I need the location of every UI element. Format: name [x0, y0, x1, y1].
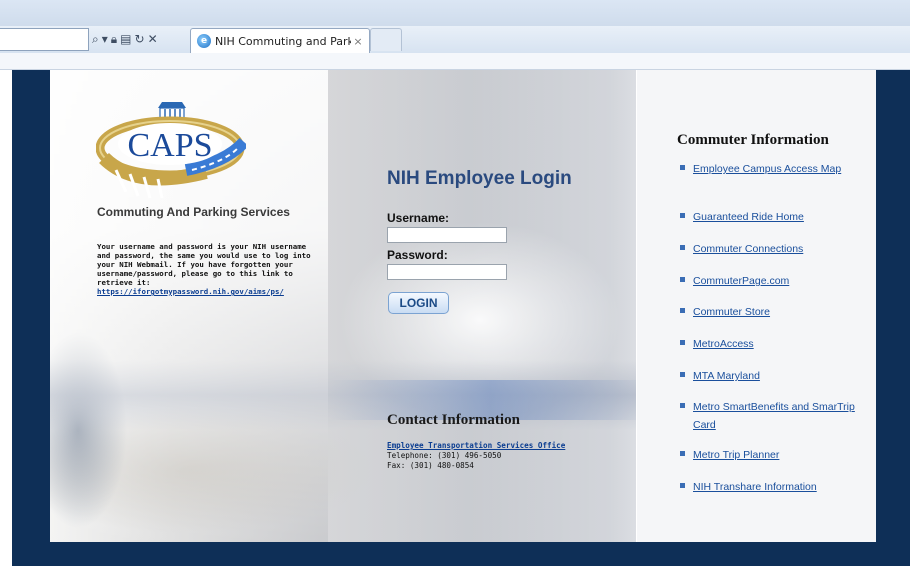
login-instructions: Your username and password is your NIH u… [97, 242, 321, 296]
contact-fax: Fax: (301) 480-0854 [387, 461, 474, 470]
list-item: MTA Maryland [677, 367, 863, 385]
commuter-title: Commuter Information [677, 132, 829, 148]
login-button[interactable]: LOGIN [388, 292, 449, 314]
bullet-icon [680, 245, 685, 250]
contact-telephone: Telephone: (301) 496-5050 [387, 451, 502, 460]
bullet-icon [680, 483, 685, 488]
refresh-icon[interactable]: ↻ [135, 30, 145, 48]
list-item: Commuter Store [677, 303, 863, 321]
commuter-link[interactable]: MetroAccess [693, 335, 754, 353]
password-label: Password: [387, 248, 448, 262]
stop-icon[interactable]: ✕ [148, 30, 158, 48]
list-item: Metro SmartBenefits and SmarTrip Card [677, 398, 863, 434]
search-icon[interactable]: ⌕ [92, 30, 99, 48]
tab-close-icon[interactable]: × [351, 35, 365, 48]
address-tools: ⌕ ▾ 🔒︎ ▤ ↻ ✕ [92, 30, 158, 48]
compat-icon[interactable]: ▤ [120, 30, 131, 48]
page: CAPS Commuting And Parking Services Your… [0, 70, 910, 566]
caps-logo: CAPS [96, 102, 246, 199]
content-panel: CAPS Commuting And Parking Services Your… [50, 70, 876, 542]
middle-panel [328, 70, 636, 542]
tab-title: NIH Commuting and Parki... [215, 34, 351, 48]
instructions-text: Your username and password is your NIH u… [97, 242, 311, 287]
password-input[interactable] [387, 264, 507, 280]
login-title: NIH Employee Login [387, 168, 572, 189]
address-bar[interactable] [0, 28, 89, 51]
commuter-link[interactable]: Metro SmartBenefits and SmarTrip Card [693, 398, 863, 434]
commuter-link[interactable]: Metro Trip Planner [693, 446, 779, 464]
browser-title-area [0, 0, 910, 26]
bullet-icon [680, 372, 685, 377]
username-label: Username: [387, 211, 450, 225]
browser-tab[interactable]: e NIH Commuting and Parki... × [190, 28, 370, 53]
bullet-icon [680, 213, 685, 218]
commuter-link[interactable]: Guaranteed Ride Home [693, 208, 804, 226]
commuter-link[interactable]: Commuter Store [693, 303, 770, 321]
logo-subtitle: Commuting And Parking Services [97, 205, 290, 219]
bullet-icon [680, 340, 685, 345]
bullet-icon [680, 451, 685, 456]
new-tab-button[interactable] [370, 28, 402, 51]
forgot-password-link[interactable]: https://iforgotmypassword.nih.gov/aims/p… [97, 287, 284, 296]
ie-favicon-icon: e [197, 34, 211, 48]
list-item: CommuterPage.com [677, 272, 863, 290]
commuter-link[interactable]: CommuterPage.com [693, 272, 789, 290]
contact-title: Contact Information [387, 412, 520, 428]
commuter-link[interactable]: Employee Campus Access Map [693, 160, 841, 178]
bullet-icon [680, 308, 685, 313]
browser-toolbar: ⌕ ▾ 🔒︎ ▤ ↻ ✕ e NIH Commuting and Parki..… [0, 26, 910, 54]
lock-icon[interactable]: 🔒︎ [111, 30, 117, 48]
logo-text: CAPS [127, 127, 212, 164]
list-item: Metro Trip Planner [677, 446, 863, 464]
bullet-icon [680, 165, 685, 170]
commuter-link[interactable]: NIH Transhare Information [693, 478, 817, 496]
list-item: Guaranteed Ride Home [677, 208, 863, 226]
list-item: Commuter Connections [677, 240, 863, 258]
bullet-icon [680, 277, 685, 282]
dropdown-icon[interactable]: ▾ [102, 30, 108, 48]
command-bar [0, 53, 910, 70]
bullet-icon [680, 403, 685, 408]
office-link[interactable]: Employee Transportation Services Office [387, 441, 565, 450]
commuter-link[interactable]: Commuter Connections [693, 240, 803, 258]
username-input[interactable] [387, 227, 507, 243]
list-item: MetroAccess [677, 335, 863, 353]
commuter-link[interactable]: MTA Maryland [693, 367, 760, 385]
list-item: Employee Campus Access Map [677, 160, 863, 178]
list-item: NIH Transhare Information [677, 478, 863, 496]
